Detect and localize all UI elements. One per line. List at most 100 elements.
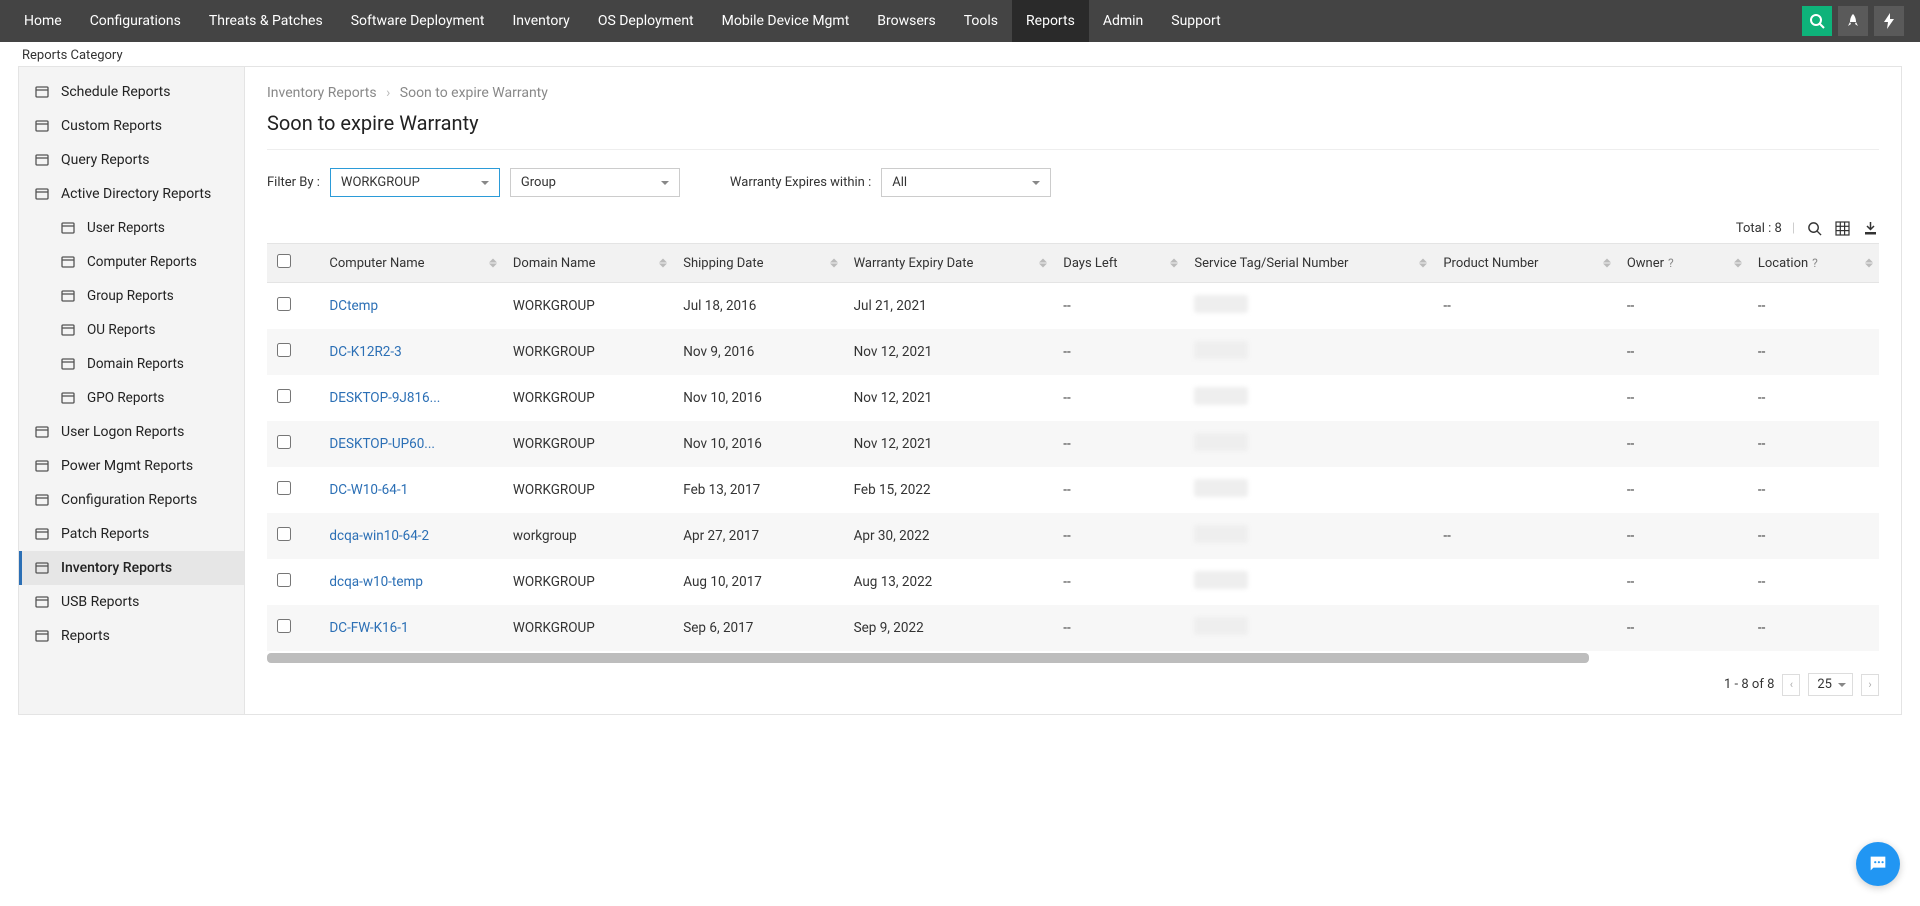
row-checkbox[interactable] (277, 389, 291, 403)
breadcrumb-parent[interactable]: Inventory Reports (267, 85, 377, 101)
sidebar-item-query-reports[interactable]: Query Reports (19, 143, 244, 177)
sidebar-item-gpo-reports[interactable]: GPO Reports (19, 381, 244, 415)
columns-icon[interactable] (1833, 219, 1851, 237)
col-computer-name[interactable]: Computer Name (319, 244, 502, 283)
rocket-icon[interactable] (1838, 6, 1868, 36)
col-checkbox[interactable] (267, 244, 319, 283)
sort-icon[interactable] (1603, 255, 1611, 272)
page-size-select[interactable]: 25 (1808, 673, 1853, 696)
col-product-number[interactable]: Product Number (1433, 244, 1616, 283)
nav-reports[interactable]: Reports (1012, 0, 1089, 42)
col-service-tag-serial-number[interactable]: Service Tag/Serial Number (1184, 244, 1433, 283)
sidebar-item-reports[interactable]: Reports (19, 619, 244, 653)
table-row: dcqa-w10-tempWORKGROUPAug 10, 2017Aug 13… (267, 559, 1879, 605)
sidebar-item-computer-reports[interactable]: Computer Reports (19, 245, 244, 279)
col-owner[interactable]: Owner? (1617, 244, 1748, 283)
sidebar-item-active-directory-reports[interactable]: Active Directory Reports (19, 177, 244, 211)
sidebar-item-ou-reports[interactable]: OU Reports (19, 313, 244, 347)
select-all-checkbox[interactable] (277, 254, 291, 268)
filter-by-select[interactable]: WORKGROUP (330, 168, 500, 197)
cell-computer-name[interactable]: DCtemp (319, 283, 502, 330)
nav-inventory[interactable]: Inventory (499, 0, 584, 42)
sidebar-item-custom-reports[interactable]: Custom Reports (19, 109, 244, 143)
sidebar-item-schedule-reports[interactable]: Schedule Reports (19, 75, 244, 109)
row-checkbox[interactable] (277, 343, 291, 357)
nav-tools[interactable]: Tools (950, 0, 1012, 42)
help-icon[interactable]: ? (1812, 256, 1818, 270)
cell-expiry: Aug 13, 2022 (844, 559, 1054, 605)
sort-icon[interactable] (1419, 255, 1427, 272)
cell-computer-name[interactable]: DESKTOP-9J816... (319, 375, 502, 421)
sort-icon[interactable] (1170, 255, 1178, 272)
nav-os-deployment[interactable]: OS Deployment (584, 0, 708, 42)
filter-scope-select[interactable]: Group (510, 168, 680, 197)
sidebar-item-user-reports[interactable]: User Reports (19, 211, 244, 245)
col-shipping-date[interactable]: Shipping Date (673, 244, 843, 283)
row-checkbox[interactable] (277, 297, 291, 311)
nav-admin[interactable]: Admin (1089, 0, 1157, 42)
cell-product (1433, 329, 1616, 375)
cell-domain: WORKGROUP (503, 283, 673, 330)
cell-computer-name[interactable]: DC-K12R2-3 (319, 329, 502, 375)
col-warranty-expiry-date[interactable]: Warranty Expiry Date (844, 244, 1054, 283)
sort-icon[interactable] (830, 255, 838, 272)
nav-browsers[interactable]: Browsers (863, 0, 949, 42)
filter-scope-value: Group (521, 175, 556, 190)
cell-computer-name[interactable]: DC-FW-K16-1 (319, 605, 502, 651)
page-title: Soon to expire Warranty (267, 111, 1879, 135)
nav-software-deployment[interactable]: Software Deployment (337, 0, 499, 42)
sidebar-item-domain-reports[interactable]: Domain Reports (19, 347, 244, 381)
horizontal-scrollbar[interactable] (267, 653, 1589, 663)
pager-prev[interactable]: ‹ (1782, 674, 1800, 696)
content: Inventory Reports › Soon to expire Warra… (245, 67, 1901, 714)
nav-home[interactable]: Home (10, 0, 76, 42)
row-checkbox[interactable] (277, 619, 291, 633)
sort-icon[interactable] (659, 255, 667, 272)
table-search-icon[interactable] (1805, 219, 1823, 237)
sidebar-item-configuration-reports[interactable]: Configuration Reports (19, 483, 244, 517)
warranty-select[interactable]: All (881, 168, 1051, 197)
sidebar-item-group-reports[interactable]: Group Reports (19, 279, 244, 313)
sidebar-item-user-logon-reports[interactable]: User Logon Reports (19, 415, 244, 449)
sidebar-item-power-mgmt-reports[interactable]: Power Mgmt Reports (19, 449, 244, 483)
row-checkbox[interactable] (277, 481, 291, 495)
row-checkbox[interactable] (277, 435, 291, 449)
cell-expiry: Nov 12, 2021 (844, 375, 1054, 421)
cell-computer-name[interactable]: DC-W10-64-1 (319, 467, 502, 513)
chat-icon[interactable] (1856, 842, 1900, 886)
col-location[interactable]: Location? (1748, 244, 1879, 283)
nav-mobile-device-mgmt[interactable]: Mobile Device Mgmt (708, 0, 864, 42)
nav-support[interactable]: Support (1157, 0, 1234, 42)
cell-shipping: Aug 10, 2017 (673, 559, 843, 605)
sort-icon[interactable] (1734, 255, 1742, 272)
sort-icon[interactable] (1865, 255, 1873, 272)
cell-computer-name[interactable]: DESKTOP-UP60... (319, 421, 502, 467)
cell-location: -- (1748, 421, 1879, 467)
sidebar-item-patch-reports[interactable]: Patch Reports (19, 517, 244, 551)
report-icon (59, 253, 77, 271)
pager-next[interactable]: › (1861, 674, 1879, 696)
cell-computer-name[interactable]: dcqa-win10-64-2 (319, 513, 502, 559)
cell-expiry: Sep 9, 2022 (844, 605, 1054, 651)
search-icon[interactable] (1802, 6, 1832, 36)
nav-configurations[interactable]: Configurations (76, 0, 195, 42)
row-checkbox[interactable] (277, 527, 291, 541)
report-icon (33, 185, 51, 203)
row-checkbox[interactable] (277, 573, 291, 587)
col-domain-name[interactable]: Domain Name (503, 244, 673, 283)
nav-threats-patches[interactable]: Threats & Patches (195, 0, 337, 42)
cell-computer-name[interactable]: dcqa-w10-temp (319, 559, 502, 605)
sidebar-item-label: Computer Reports (87, 254, 197, 270)
help-icon[interactable]: ? (1668, 256, 1674, 270)
sort-icon[interactable] (1039, 255, 1047, 272)
sidebar-item-label: Schedule Reports (61, 84, 170, 100)
sidebar-item-usb-reports[interactable]: USB Reports (19, 585, 244, 619)
cell-owner: -- (1617, 421, 1748, 467)
col-days-left[interactable]: Days Left (1053, 244, 1184, 283)
bolt-icon[interactable] (1874, 6, 1904, 36)
sidebar-item-inventory-reports[interactable]: Inventory Reports (19, 551, 244, 585)
sidebar-item-label: Group Reports (87, 288, 174, 304)
sort-icon[interactable] (489, 255, 497, 272)
export-icon[interactable] (1861, 219, 1879, 237)
col-label: Owner (1627, 256, 1664, 271)
